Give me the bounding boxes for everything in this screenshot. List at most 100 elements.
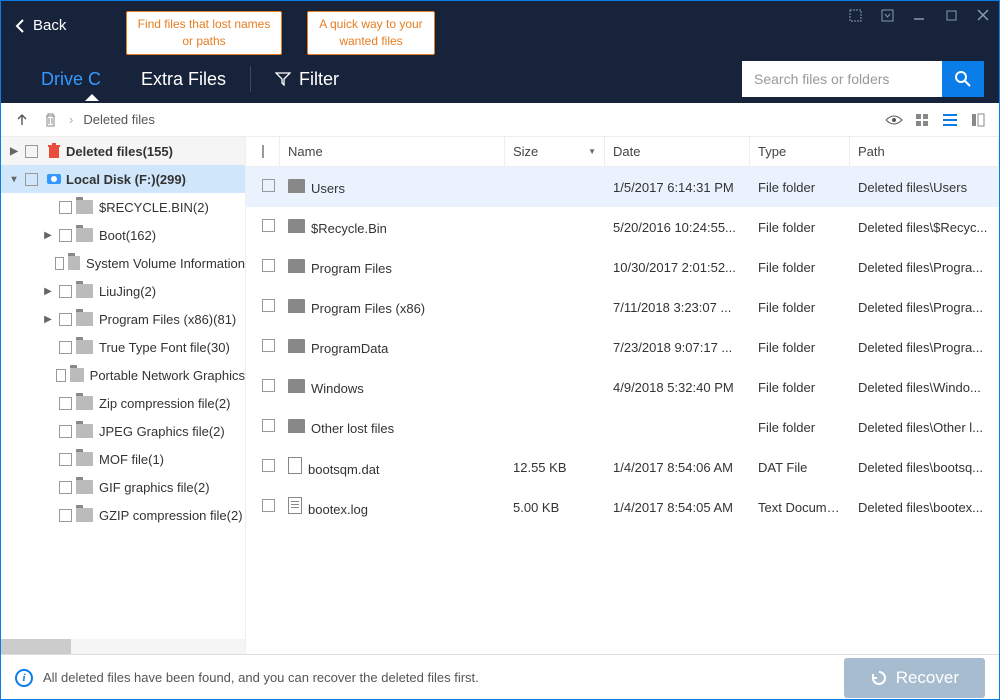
file-name: $Recycle.Bin <box>311 221 387 236</box>
table-row[interactable]: Windows 4/9/2018 5:32:40 PM File folder … <box>246 367 999 407</box>
tree-item[interactable]: System Volume Information <box>1 249 245 277</box>
tree-item[interactable]: Portable Network Graphics <box>1 361 245 389</box>
checkbox[interactable] <box>262 419 275 432</box>
detail-view-icon[interactable] <box>969 111 987 129</box>
tree-item[interactable]: MOF file(1) <box>1 445 245 473</box>
header-name[interactable]: Name <box>280 137 505 166</box>
checkbox[interactable] <box>59 285 72 298</box>
chevron-right-icon[interactable]: ▶ <box>41 230 55 241</box>
tree-item[interactable]: ▶ Program Files (x86)(81) <box>1 305 245 333</box>
list-view-icon[interactable] <box>941 111 959 129</box>
tree-item[interactable]: ▶ Boot(162) <box>1 221 245 249</box>
tree-item[interactable]: $RECYCLE.BIN(2) <box>1 193 245 221</box>
footer: i All deleted files have been found, and… <box>1 654 999 700</box>
scrollbar-thumb[interactable] <box>1 639 71 654</box>
tree-item[interactable]: JPEG Graphics file(2) <box>1 417 245 445</box>
checkbox[interactable] <box>55 257 65 270</box>
tree-item[interactable]: GZIP compression file(2) <box>1 501 245 529</box>
checkbox[interactable] <box>262 145 264 158</box>
window-tray-icon[interactable] <box>871 1 903 29</box>
file-type: File folder <box>750 300 850 315</box>
checkbox[interactable] <box>25 145 38 158</box>
chevron-down-icon[interactable]: ▾ <box>7 174 21 185</box>
header-checkbox-col[interactable] <box>246 137 280 166</box>
header-size[interactable]: Size▼ <box>505 137 605 166</box>
nav-extra-files[interactable]: Extra Files <box>121 59 246 100</box>
tree-item[interactable]: True Type Font file(30) <box>1 333 245 361</box>
maximize-button[interactable] <box>935 1 967 29</box>
checkbox[interactable] <box>59 481 72 494</box>
checkbox[interactable] <box>59 341 72 354</box>
titlebar: Back Find files that lost names or paths… <box>1 1 999 55</box>
checkbox[interactable] <box>59 509 72 522</box>
checkbox[interactable] <box>59 313 72 326</box>
checkbox[interactable] <box>262 299 275 312</box>
nav-filter[interactable]: Filter <box>255 59 359 100</box>
footer-message: All deleted files have been found, and y… <box>43 670 479 685</box>
folder-icon <box>76 200 93 214</box>
file-type: File folder <box>750 220 850 235</box>
table-row[interactable]: bootex.log 5.00 KB 1/4/2017 8:54:05 AM T… <box>246 487 999 527</box>
table-row[interactable]: Other lost files File folder Deleted fil… <box>246 407 999 447</box>
file-type: File folder <box>750 180 850 195</box>
table-row[interactable]: Program Files (x86) 7/11/2018 3:23:07 ..… <box>246 287 999 327</box>
chevron-right-icon[interactable]: ▶ <box>41 286 55 297</box>
close-button[interactable] <box>967 1 999 29</box>
file-date: 4/9/2018 5:32:40 PM <box>605 380 750 395</box>
table-row[interactable]: ProgramData 7/23/2018 9:07:17 ... File f… <box>246 327 999 367</box>
recover-button[interactable]: Recover <box>844 658 985 698</box>
folder-icon <box>76 340 93 354</box>
grid-view-icon[interactable] <box>913 111 931 129</box>
back-button[interactable]: Back <box>1 1 84 34</box>
folder-icon <box>76 508 93 522</box>
active-indicator <box>85 94 99 101</box>
checkbox[interactable] <box>59 425 72 438</box>
text-file-icon <box>288 497 302 514</box>
tree-item[interactable]: ▶ LiuJing(2) <box>1 277 245 305</box>
checkbox[interactable] <box>59 201 72 214</box>
tree-item[interactable]: GIF graphics file(2) <box>1 473 245 501</box>
trash-can-icon <box>46 143 62 159</box>
header-path[interactable]: Path <box>850 137 999 166</box>
checkbox[interactable] <box>56 369 67 382</box>
checkbox[interactable] <box>262 219 275 232</box>
table-row[interactable]: bootsqm.dat 12.55 KB 1/4/2017 8:54:06 AM… <box>246 447 999 487</box>
table-row[interactable]: Users 1/5/2017 6:14:31 PM File folder De… <box>246 167 999 207</box>
nav-drive[interactable]: Drive C <box>21 59 121 100</box>
chevron-right-icon[interactable]: ▶ <box>41 314 55 325</box>
trash-icon[interactable] <box>41 111 59 129</box>
checkbox[interactable] <box>262 339 275 352</box>
window-skin-icon[interactable] <box>839 1 871 29</box>
preview-icon[interactable] <box>885 111 903 129</box>
sort-desc-icon: ▼ <box>588 147 596 156</box>
tree-disk-label: Local Disk (F:)(299) <box>66 172 186 187</box>
navbar: Drive C Extra Files Filter <box>1 55 999 103</box>
checkbox[interactable] <box>262 499 275 512</box>
checkbox[interactable] <box>262 379 275 392</box>
table-row[interactable]: Program Files 10/30/2017 2:01:52... File… <box>246 247 999 287</box>
checkbox[interactable] <box>25 173 38 186</box>
table-row[interactable]: $Recycle.Bin 5/20/2016 10:24:55... File … <box>246 207 999 247</box>
folder-icon <box>288 379 305 393</box>
minimize-button[interactable] <box>903 1 935 29</box>
file-type: File folder <box>750 260 850 275</box>
search-input[interactable] <box>742 61 942 97</box>
tree-root-deleted[interactable]: ▶ Deleted files(155) <box>1 137 245 165</box>
checkbox[interactable] <box>59 229 72 242</box>
tree-local-disk[interactable]: ▾ Local Disk (F:)(299) <box>1 165 245 193</box>
chevron-right-icon[interactable]: ▶ <box>7 146 21 157</box>
horizontal-scrollbar[interactable] <box>1 639 245 654</box>
file-name: Program Files (x86) <box>311 301 425 316</box>
checkbox[interactable] <box>262 459 275 472</box>
header-date[interactable]: Date <box>605 137 750 166</box>
up-icon[interactable] <box>13 111 31 129</box>
tree-item[interactable]: Zip compression file(2) <box>1 389 245 417</box>
header-type[interactable]: Type <box>750 137 850 166</box>
checkbox[interactable] <box>59 453 72 466</box>
checkbox[interactable] <box>262 179 275 192</box>
footer-info: i All deleted files have been found, and… <box>15 669 479 687</box>
checkbox[interactable] <box>59 397 72 410</box>
breadcrumb[interactable]: Deleted files <box>83 112 155 127</box>
search-button[interactable] <box>942 61 984 97</box>
checkbox[interactable] <box>262 259 275 272</box>
